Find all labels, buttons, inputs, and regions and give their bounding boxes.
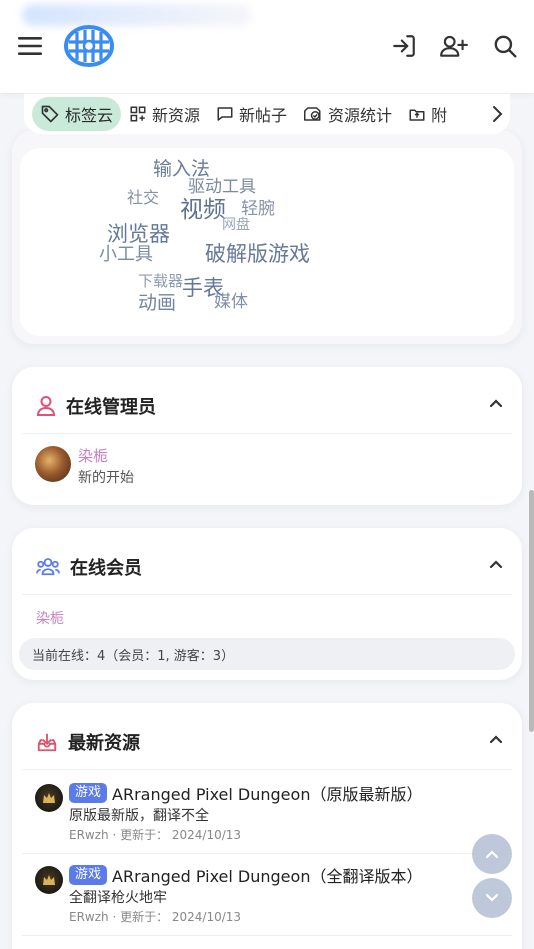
section-title: 在线会员 <box>70 558 142 579</box>
tag-cloud-word[interactable]: 网盘 <box>222 214 250 234</box>
chevron-up-icon[interactable] <box>488 558 504 570</box>
tab-label: 新帖子 <box>239 106 288 125</box>
latest-resources-header: 最新资源 <box>36 729 140 755</box>
tab-label: 附 <box>431 106 448 125</box>
resource-description: 全翻译枪火地牢 <box>69 890 167 906</box>
admin-subtitle: 新的开始 <box>78 470 134 486</box>
tab-new-posts[interactable]: 新帖子 <box>208 97 295 131</box>
member-name-link[interactable]: 染栀 <box>36 608 64 628</box>
comment-icon <box>217 107 233 121</box>
section-title: 最新资源 <box>68 733 140 754</box>
divider <box>22 433 512 434</box>
download-tray-icon <box>37 733 57 752</box>
faded-banner <box>22 4 252 26</box>
tag-cloud-card: 输入法 社交 驱动工具 视频 轻腕 网盘 浏览器 小工具 破解版游戏 下载器 手… <box>12 130 522 344</box>
top-navigation-bar <box>0 0 534 94</box>
stats-icon <box>304 107 321 121</box>
online-members-header: 在线会员 <box>36 554 142 580</box>
tag-cloud-word[interactable]: 小工具 <box>99 240 153 266</box>
chevron-up-icon[interactable] <box>488 397 504 409</box>
online-admins-card: 在线管理员 染栀 新的开始 <box>12 367 522 505</box>
tab-tag-cloud[interactable]: 标签云 <box>32 97 122 131</box>
chevron-right-icon[interactable] <box>490 104 504 124</box>
chevron-up-icon <box>485 850 499 859</box>
tag-cloud-word[interactable]: 媒体 <box>214 287 248 312</box>
search-icon[interactable] <box>490 31 520 61</box>
register-icon[interactable] <box>439 31 469 61</box>
game-crown-icon <box>35 784 63 812</box>
online-members-card: 在线会员 染栀 当前在线：4（会员：1, 游客：3） <box>12 528 522 680</box>
login-icon[interactable] <box>389 31 419 61</box>
scrollbar[interactable] <box>529 490 534 732</box>
tab-attachments[interactable]: 附 <box>400 97 455 131</box>
divider <box>22 594 512 595</box>
tag-cloud-word[interactable]: 视频 <box>180 190 226 224</box>
chevron-up-icon[interactable] <box>488 733 504 745</box>
tag-cloud-word[interactable]: 动画 <box>138 288 176 315</box>
category-badge[interactable]: 游戏 <box>69 783 108 803</box>
scroll-to-top-button[interactable] <box>472 834 512 874</box>
upload-box-icon <box>409 109 425 121</box>
menu-icon[interactable] <box>15 31 45 61</box>
divider <box>22 769 512 770</box>
latest-resources-card: 最新资源 游戏 ARranged Pixel Dungeon（原版最新版） 原版… <box>12 703 522 949</box>
widget-tabs: 标签云 新资源 新帖子 资源统计 附 <box>24 94 510 134</box>
scroll-to-bottom-button[interactable] <box>472 878 512 918</box>
tab-label: 资源统计 <box>328 106 393 125</box>
admin-name-link[interactable]: 染栀 <box>78 445 108 466</box>
tab-label: 标签云 <box>65 106 114 125</box>
resource-title[interactable]: ARranged Pixel Dungeon（原版最新版） <box>112 781 422 805</box>
user-icon <box>36 396 56 416</box>
list-item[interactable]: 游戏 ARranged Pixel Dungeon（原版最新版） 原版最新版，翻… <box>12 773 522 855</box>
resource-meta: ERwzh · 更新于： 2024/10/13 <box>69 910 242 924</box>
tab-resource-stats[interactable]: 资源统计 <box>295 97 400 131</box>
game-crown-icon <box>35 866 63 894</box>
resource-description: 原版最新版，翻译不全 <box>69 808 209 824</box>
tag-icon <box>41 105 59 123</box>
tag-cloud: 输入法 社交 驱动工具 视频 轻腕 网盘 浏览器 小工具 破解版游戏 下载器 手… <box>20 148 514 336</box>
online-count-bar: 当前在线：4（会员：1, 游客：3） <box>19 638 515 670</box>
users-icon <box>36 558 60 576</box>
online-summary: 当前在线：4（会员：1, 游客：3） <box>32 648 235 664</box>
grid-icon <box>130 106 146 122</box>
tag-cloud-word[interactable]: 破解版游戏 <box>205 238 310 268</box>
tab-label: 新资源 <box>152 106 201 125</box>
tag-cloud-word[interactable]: 社交 <box>127 184 159 208</box>
online-admins-header: 在线管理员 <box>36 393 156 419</box>
list-item[interactable]: 游戏 ARranged Pixel Dungeon（全翻译版本） 全翻译枪火地牢… <box>12 855 522 937</box>
tab-new-resources[interactable]: 新资源 <box>121 97 208 131</box>
category-badge[interactable]: 游戏 <box>69 865 108 885</box>
resource-title[interactable]: ARranged Pixel Dungeon（全翻译版本） <box>112 863 422 887</box>
site-logo[interactable] <box>63 24 115 68</box>
avatar[interactable] <box>35 446 71 482</box>
chevron-down-icon <box>485 893 499 902</box>
section-title: 在线管理员 <box>66 397 156 418</box>
divider <box>22 853 512 854</box>
divider <box>22 935 512 936</box>
resource-meta: ERwzh · 更新于： 2024/10/13 <box>69 828 242 842</box>
